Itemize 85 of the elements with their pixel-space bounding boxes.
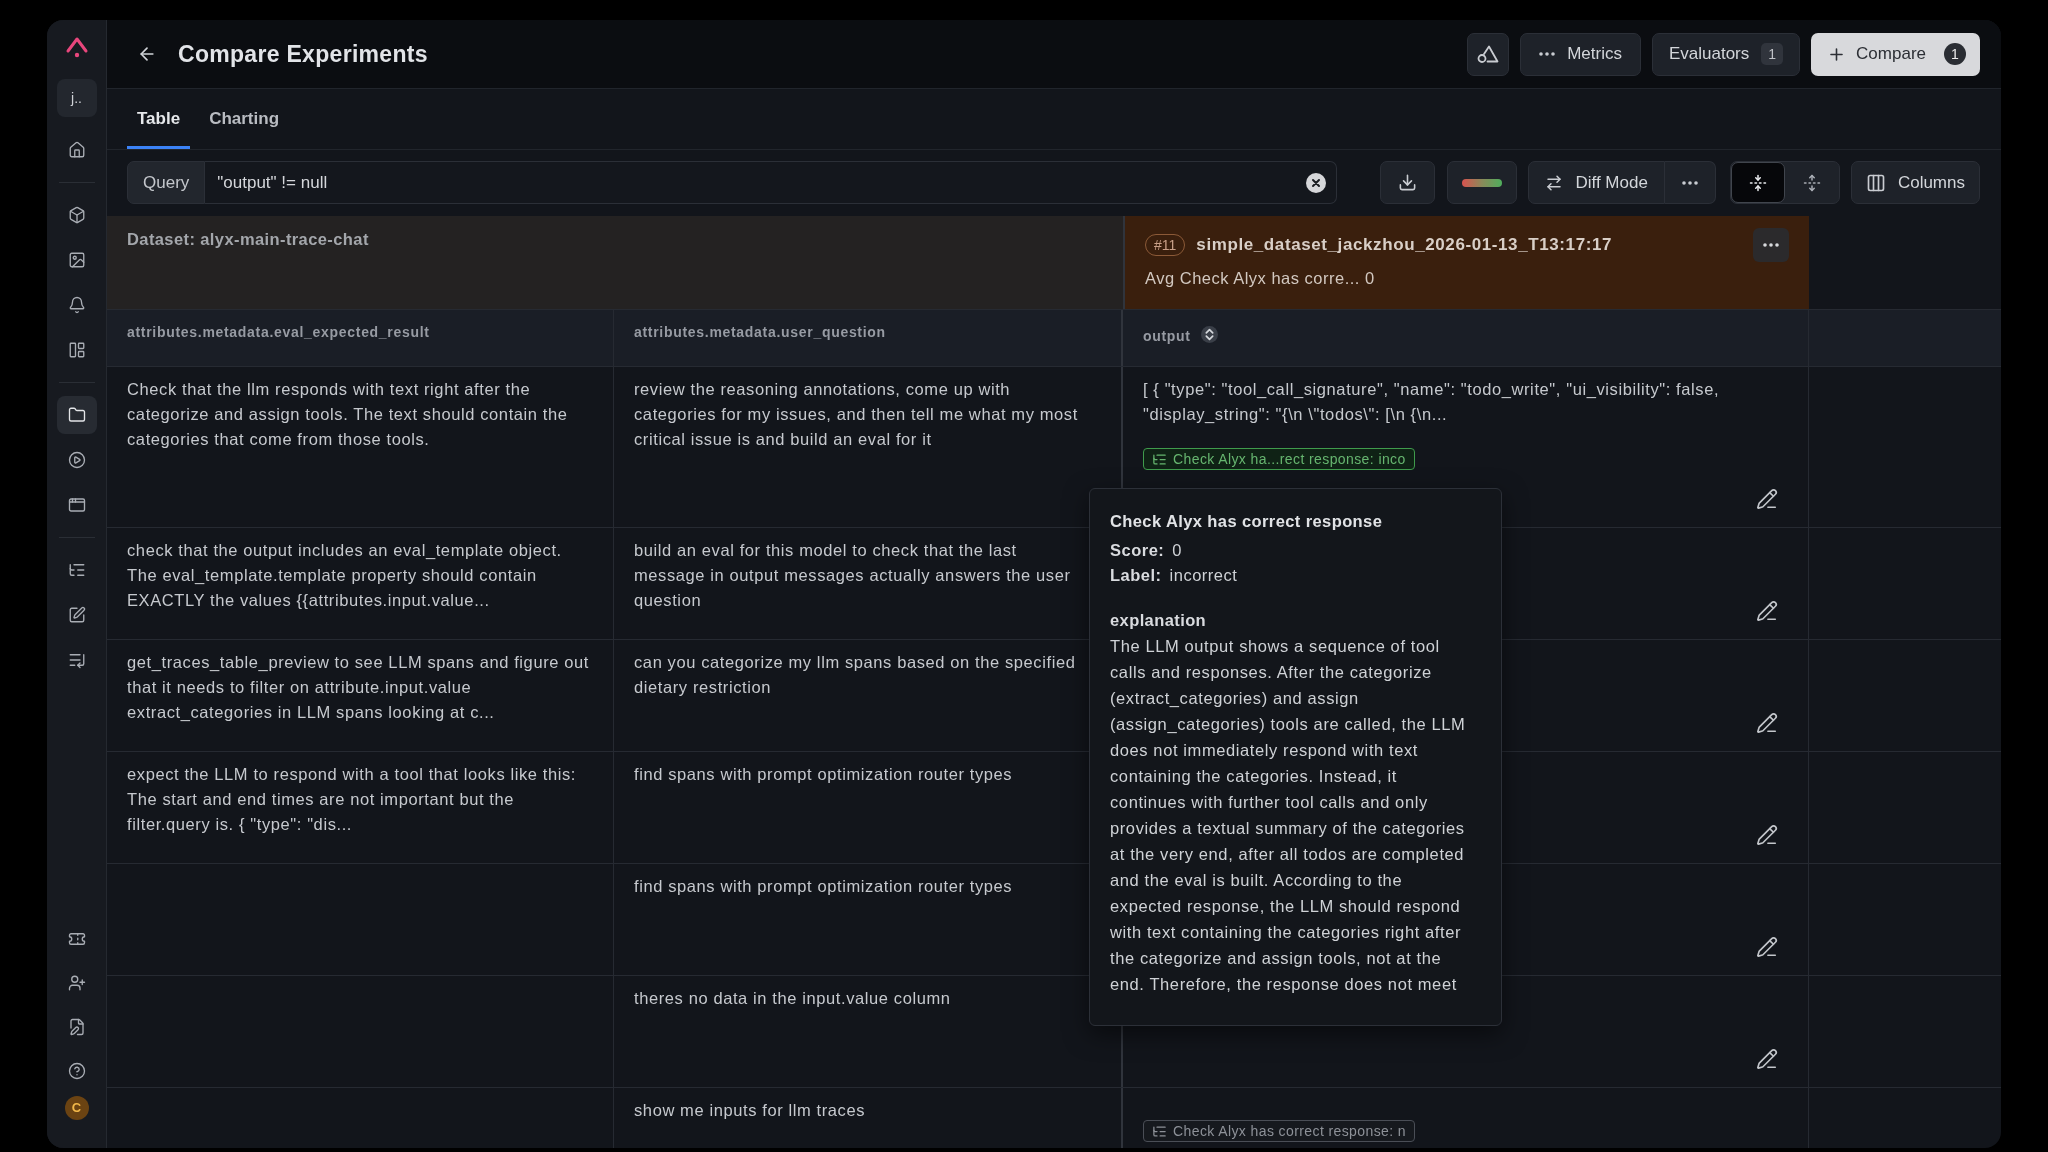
dataset-name: Dataset: alyx-main-trace-chat — [127, 230, 369, 248]
field-value: incorrect — [1169, 565, 1238, 586]
logo-icon[interactable] — [64, 36, 89, 58]
count-badge: 1 — [1944, 43, 1966, 65]
gradient-bar-icon — [1462, 178, 1503, 187]
columns-button[interactable]: Columns — [1850, 161, 1980, 204]
user-question-text: show me inputs for llm traces — [634, 1100, 867, 1121]
experiment-menu-button[interactable] — [1753, 228, 1789, 262]
pencil-icon[interactable] — [1756, 600, 1778, 622]
ellipsis-icon — [1539, 52, 1556, 56]
compare-label: Compare — [1856, 43, 1926, 66]
help-icon — [67, 1062, 86, 1080]
column-header[interactable]: output — [1143, 326, 1191, 346]
swap-arrows-icon — [1545, 173, 1564, 192]
download-button[interactable] — [1380, 161, 1436, 204]
tooltip-title: Check Alyx has correct response — [1110, 511, 1384, 532]
user-question-text: find spans with prompt optimization router types — [634, 764, 1014, 785]
pencil-icon[interactable] — [1756, 824, 1778, 846]
annotation-chip[interactable]: Check Alyx ha...rect response: inco — [1143, 448, 1415, 470]
fold-icon — [1748, 173, 1767, 192]
explanation-text: The LLM output shows a sequence of tool calls and responses. After the categorize (extract_categories) and assign (assign_categories) tools are called, the LLM does not immediately respond with text containing the categories. Instead, it continues with further tool calls and only provides a textual summary of the categories at the very end, after all todos are completed and the eval is built. According to the expected response, the LLM should respond with text containing the categories right after the categorize and assign tools, not at the end. Therefore, the response does not meet — [1110, 636, 1467, 995]
play-icon — [67, 451, 86, 469]
expected-result-text: expect the LLM to respond with a tool that looks like this: The start and end times are not important but the filter.query is. { "type": "dis... — [127, 764, 578, 835]
list-tree-icon — [67, 561, 86, 579]
ellipsis-icon — [1681, 180, 1698, 185]
ticket-icon — [67, 930, 86, 948]
metrics-button[interactable]: Metrics — [1520, 32, 1641, 76]
user-question-text: review the reasoning annotations, come up with categories for my issues, and then tell me what my most critical issue is and build an eval for it — [634, 379, 1079, 450]
layout-icon — [67, 341, 86, 359]
expected-result-text: check that the output includes an eval_template object. The eval_template.template property should contain EXACTLY the values {{attributes.input.value... — [127, 540, 563, 611]
tab[interactable]: Table — [127, 89, 191, 149]
sort-icon[interactable] — [1200, 326, 1218, 343]
experiment-summary: Avg Check Alyx has corre... 0 — [1145, 268, 1376, 289]
diff-mode-button[interactable]: Diff Mode — [1528, 161, 1665, 204]
user-question-text: build an eval for this model to check that the last message in output messages actually answers the user question — [634, 540, 1072, 611]
user-question-text: theres no data in the input.value column — [634, 988, 952, 1009]
home-icon — [67, 141, 86, 159]
column-header[interactable]: attributes.metadata.eval_expected_result — [127, 324, 430, 340]
workspace-switcher[interactable]: j.. — [56, 79, 97, 117]
query-label: Query — [127, 161, 206, 204]
experiment-name: simple_dataset_jackzhou_2026-01-13_T13:17:17 — [1196, 234, 1613, 257]
expected-result-text: Check that the llm responds with text right after the categorize and assign tools. The text should contain the categories that come from those tools. — [127, 379, 569, 450]
shapes-icon — [1477, 44, 1500, 64]
download-icon — [1398, 173, 1418, 192]
pencil-icon[interactable] — [1756, 1048, 1778, 1070]
pencil-icon[interactable] — [1756, 488, 1778, 510]
bell-icon — [67, 296, 86, 314]
explanation-heading: explanation — [1110, 610, 1208, 631]
pencil-icon[interactable] — [1756, 936, 1778, 958]
user-question-text: find spans with prompt optimization router types — [634, 876, 1014, 897]
field-label: Score: — [1110, 540, 1165, 561]
annotation-chip[interactable]: Check Alyx has correct response: n — [1143, 1120, 1416, 1142]
clear-icon[interactable] — [1306, 172, 1327, 193]
file-pen-icon — [67, 1018, 86, 1036]
user-question-text: can you categorize my llm spans based on the specified dietary restriction — [634, 652, 1077, 698]
evaluators-label: Evaluators — [1668, 43, 1750, 66]
pencil-icon[interactable] — [1756, 712, 1778, 734]
column-header[interactable]: attributes.metadata.user_question — [634, 324, 886, 340]
sidebar-item[interactable] — [56, 396, 97, 434]
ellipsis-icon — [1763, 243, 1779, 247]
list-tree-icon — [1152, 1123, 1167, 1139]
color-scale-button[interactable] — [1447, 161, 1518, 204]
field-label: Label: — [1110, 565, 1162, 586]
columns-icon — [1865, 172, 1886, 193]
row-height-toggle[interactable] — [1730, 162, 1785, 203]
list-end-icon — [67, 651, 86, 669]
folder-icon — [67, 406, 86, 424]
output-text: [ { "type": "tool_call_signature", "name": "todo_write", "ui_visibility": false, "display_string": "{\n \"todos\": [\n {\n... — [1143, 379, 1721, 425]
shapes-button[interactable] — [1467, 32, 1510, 76]
user-plus-icon — [67, 974, 86, 992]
window-icon — [67, 496, 86, 514]
unfold-icon — [1802, 173, 1821, 192]
expected-result-text: get_traces_table_preview to see LLM spans and figure out that it needs to filter on attribute.input.value extract_categories in LLM spans looking at c... — [127, 652, 589, 723]
image-icon — [67, 251, 86, 269]
user-avatar[interactable]: C — [64, 1096, 89, 1120]
tab[interactable]: Charting — [199, 89, 290, 149]
square-pen-icon — [67, 606, 86, 624]
query-field[interactable]: "output" != null — [205, 161, 1338, 204]
list-tree-icon — [1152, 451, 1167, 467]
cube-icon — [67, 206, 86, 224]
field-value: 0 — [1172, 540, 1183, 561]
page-title: Compare Experiments — [178, 39, 428, 69]
compare-button[interactable]: Compare 1 — [1811, 32, 1980, 76]
count-badge: 1 — [1761, 43, 1784, 65]
evaluators-button[interactable]: Evaluators 1 — [1651, 32, 1801, 76]
